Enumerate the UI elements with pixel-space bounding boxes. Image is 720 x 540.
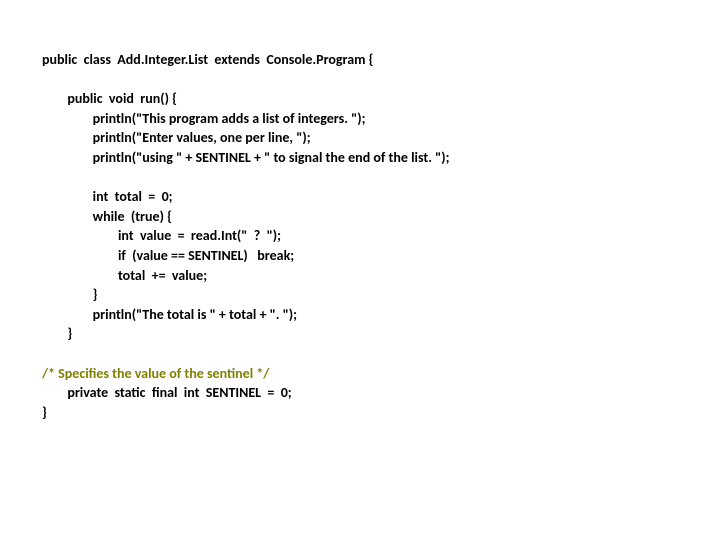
code-line: if (value == SENTINEL) break;: [42, 246, 720, 266]
code-line: private static final int SENTINEL = 0;: [42, 383, 720, 403]
code-line: total += value;: [42, 266, 720, 286]
code-line: }: [42, 324, 720, 344]
code-line: }: [42, 403, 720, 423]
code-line: println("The total is " + total + ". ");: [42, 305, 720, 325]
blank-line: [42, 70, 720, 90]
code-line: println("This program adds a list of int…: [42, 109, 720, 129]
blank-line: [42, 344, 720, 364]
code-line: int total = 0;: [42, 187, 720, 207]
code-line: println("using " + SENTINEL + " to signa…: [42, 148, 720, 168]
code-line: public class Add.Integer.List extends Co…: [42, 50, 720, 70]
code-line: int value = read.Int(" ? ");: [42, 226, 720, 246]
code-line: println("Enter values, one per line, ");: [42, 128, 720, 148]
comment-line: /* Specifies the value of the sentinel *…: [42, 364, 720, 384]
blank-line: [42, 168, 720, 188]
code-line: while (true) {: [42, 207, 720, 227]
code-line: }: [42, 285, 720, 305]
code-block: public class Add.Integer.List extends Co…: [0, 0, 720, 422]
code-line: public void run() {: [42, 89, 720, 109]
